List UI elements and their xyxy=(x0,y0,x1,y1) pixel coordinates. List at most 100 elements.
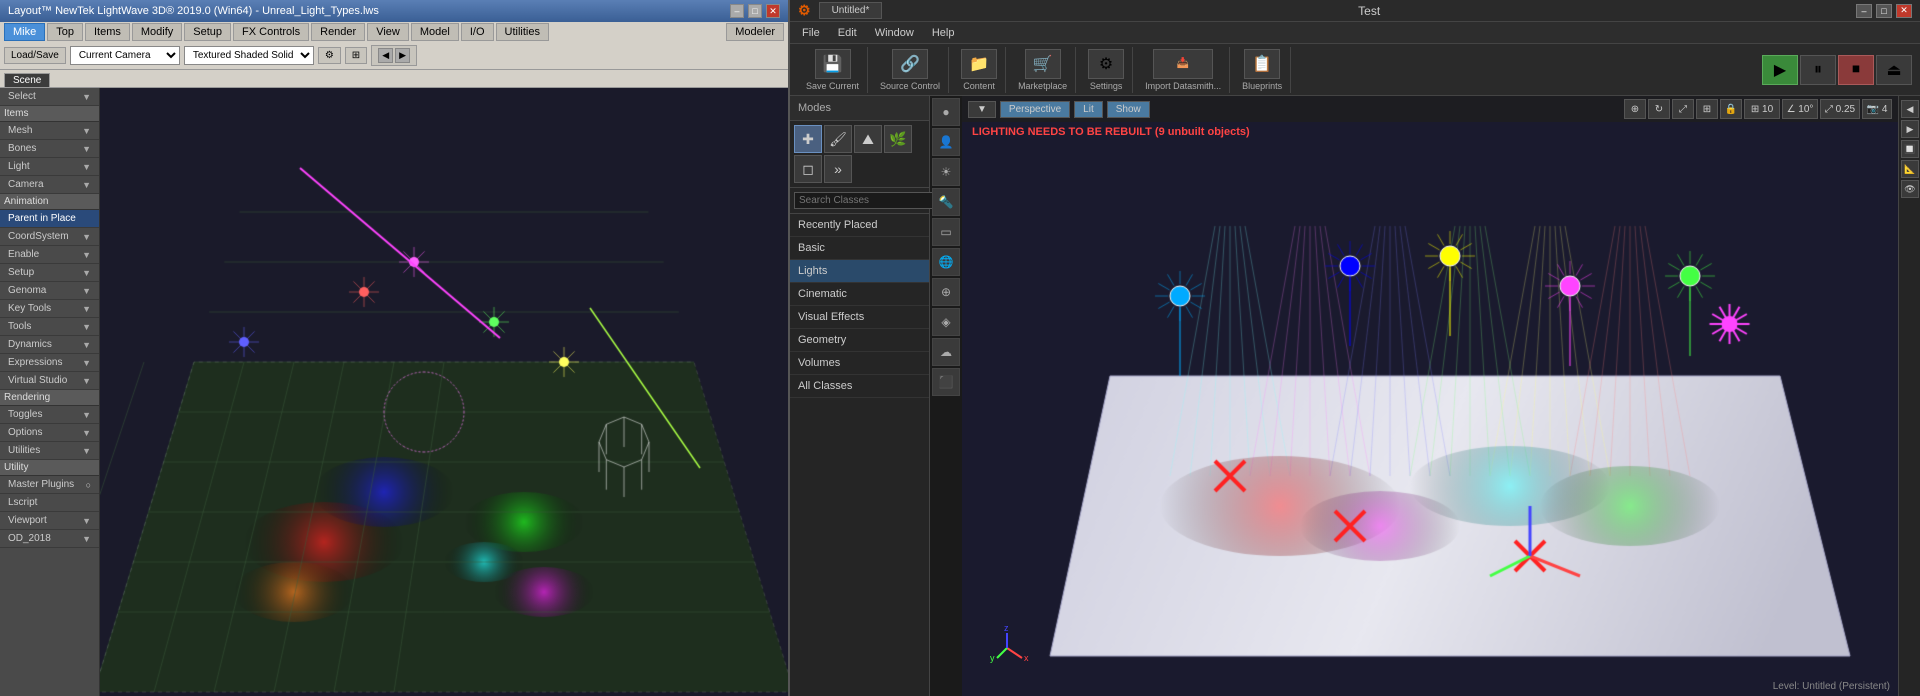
ue-light-icon-sphere[interactable]: ● xyxy=(932,98,960,126)
ue-mode-landscape[interactable]: ⛰ xyxy=(854,125,882,153)
ue-vp-snap[interactable]: ⊞ xyxy=(1696,99,1718,119)
ue-light-icon-rect[interactable]: ▭ xyxy=(932,218,960,246)
lw-sidebar-options[interactable]: Options ▼ xyxy=(0,424,99,442)
lw-tab-model[interactable]: Model xyxy=(411,23,459,41)
ue-category-lights[interactable]: Lights xyxy=(790,260,929,283)
ue-marketplace-icon[interactable]: 🛒 xyxy=(1025,49,1061,79)
lw-sidebar-bones[interactable]: Bones ▼ xyxy=(0,140,99,158)
ue-sourcecontrol-icon[interactable]: 🔗 xyxy=(892,49,928,79)
lw-tab-io[interactable]: I/O xyxy=(461,23,494,41)
ue-vp-snap2[interactable]: 🔒 xyxy=(1720,99,1742,119)
lw-tab-view[interactable]: View xyxy=(367,23,409,41)
lw-grid-button[interactable]: ⊞ xyxy=(345,47,367,64)
lw-sidebar-dynamics[interactable]: Dynamics ▼ xyxy=(0,336,99,354)
ue-menu-edit[interactable]: Edit xyxy=(830,25,865,41)
lw-tab-render[interactable]: Render xyxy=(311,23,365,41)
lw-tab-mike[interactable]: Mike xyxy=(4,23,45,41)
ue-vp-dropdown[interactable]: ▼ xyxy=(968,101,996,118)
lw-sidebar-od2018[interactable]: OD_2018 ▼ xyxy=(0,530,99,548)
ue-menu-window[interactable]: Window xyxy=(867,25,922,41)
lw-sidebar-light[interactable]: Light ▼ xyxy=(0,158,99,176)
ue-mode-foliage[interactable]: 🌿 xyxy=(884,125,912,153)
ue-rt-btn-1[interactable]: ◀ xyxy=(1901,100,1919,118)
ue-rt-btn-4[interactable]: 📐 xyxy=(1901,160,1919,178)
ue-minimize-btn[interactable]: – xyxy=(1856,4,1872,18)
lw-tab-top[interactable]: Top xyxy=(47,23,83,41)
ue-eject-btn[interactable]: ⏏ xyxy=(1876,55,1912,85)
ue-rt-btn-3[interactable]: 🔲 xyxy=(1901,140,1919,158)
ue-vp-rotate[interactable]: ↻ xyxy=(1648,99,1670,119)
lw-tab-utilities[interactable]: Utilities xyxy=(496,23,549,41)
ue-play-btn[interactable]: ▶ xyxy=(1762,55,1798,85)
ue-save-icon[interactable]: 💾 xyxy=(815,49,851,79)
ue-light-icon-point[interactable]: ⊕ xyxy=(932,278,960,306)
ue-vp-lit[interactable]: Lit xyxy=(1074,101,1103,118)
lw-sidebar-expressions[interactable]: Expressions ▼ xyxy=(0,354,99,372)
ue-rt-btn-2[interactable]: ▶ xyxy=(1901,120,1919,138)
lw-sidebar-keytools[interactable]: Key Tools ▼ xyxy=(0,300,99,318)
lw-sidebar-masterplugins[interactable]: Master Plugins ○ xyxy=(0,476,99,494)
lw-sidebar-mesh[interactable]: Mesh ▼ xyxy=(0,122,99,140)
ue-category-vfx[interactable]: Visual Effects xyxy=(790,306,929,329)
ue-vp-scale[interactable]: ⤢ xyxy=(1672,99,1694,119)
ue-project-tab[interactable]: Untitled* xyxy=(819,2,883,19)
ue-category-cinematic[interactable]: Cinematic xyxy=(790,283,929,306)
ue-category-geometry[interactable]: Geometry xyxy=(790,329,929,352)
lw-sidebar-toggles[interactable]: Toggles ▼ xyxy=(0,406,99,424)
lw-tab-modify[interactable]: Modify xyxy=(132,23,182,41)
ue-vp-translate[interactable]: ⊕ xyxy=(1624,99,1646,119)
ue-light-icon-spot[interactable]: 🔦 xyxy=(932,188,960,216)
lw-tab-fx[interactable]: FX Controls xyxy=(233,23,309,41)
ue-category-basic[interactable]: Basic xyxy=(790,237,929,260)
lw-loadsave-button[interactable]: Load/Save xyxy=(4,47,66,64)
lw-sidebar-genoma[interactable]: Genoma ▼ xyxy=(0,282,99,300)
ue-light-icon-cube[interactable]: ⬛ xyxy=(932,368,960,396)
ue-menu-help[interactable]: Help xyxy=(924,25,963,41)
ue-vp-camera[interactable]: 📷 4 xyxy=(1862,99,1892,119)
lw-sidebar-setup[interactable]: Setup ▼ xyxy=(0,264,99,282)
ue-3d-viewport[interactable]: ▼ Perspective Lit Show ⊕ ↻ ⤢ ⊞ 🔒 ⊞ 10 ∠ … xyxy=(962,96,1898,696)
lw-sidebar-viewport[interactable]: Viewport ▼ xyxy=(0,512,99,530)
lw-sidebar-vstudio[interactable]: Virtual Studio ▼ xyxy=(0,372,99,390)
ue-search-input[interactable] xyxy=(794,192,936,209)
ue-light-icon-atmo[interactable]: ☁ xyxy=(932,338,960,366)
lw-close-button[interactable]: ✕ xyxy=(766,4,780,18)
ue-category-all[interactable]: All Classes xyxy=(790,375,929,398)
ue-vp-show[interactable]: Show xyxy=(1107,101,1150,118)
ue-maximize-btn[interactable]: □ xyxy=(1876,4,1892,18)
lw-sidebar-camera[interactable]: Camera ▼ xyxy=(0,176,99,194)
ue-import-icon[interactable]: 📥 xyxy=(1153,49,1213,79)
ue-stop-btn[interactable]: ⏹ xyxy=(1838,55,1874,85)
lw-tab-modeler[interactable]: Modeler xyxy=(726,23,784,41)
lw-3d-viewport[interactable]: 💡 Light Prope Clear All Lights Li Basic … xyxy=(100,88,788,696)
lw-sidebar-utilities-r[interactable]: Utilities ▼ xyxy=(0,442,99,460)
lw-sidebar-parent-in-place[interactable]: Parent in Place xyxy=(0,210,99,228)
lw-mode-btn-1[interactable]: ◀ xyxy=(378,48,393,63)
ue-light-icon-sky[interactable]: 🌐 xyxy=(932,248,960,276)
ue-close-btn[interactable]: ✕ xyxy=(1896,4,1912,18)
ue-vp-perspective[interactable]: Perspective xyxy=(1000,101,1070,118)
ue-light-icon-sun[interactable]: ☀ xyxy=(932,158,960,186)
lw-tab-setup[interactable]: Setup xyxy=(184,23,231,41)
ue-vp-scale2[interactable]: ⤢ 0.25 xyxy=(1820,99,1860,119)
ue-light-icon-area[interactable]: ◈ xyxy=(932,308,960,336)
lw-sidebar-lscript[interactable]: Lscript xyxy=(0,494,99,512)
lw-camera-select[interactable]: Current Camera xyxy=(70,46,180,65)
ue-mode-place[interactable]: ✚ xyxy=(794,125,822,153)
ue-mode-paint[interactable]: 🖌 xyxy=(824,125,852,153)
lw-sidebar-tools[interactable]: Tools ▼ xyxy=(0,318,99,336)
lw-select-item[interactable]: Select ▼ xyxy=(0,88,99,106)
ue-menu-file[interactable]: File xyxy=(794,25,828,41)
ue-category-recent[interactable]: Recently Placed xyxy=(790,214,929,237)
ue-content-icon[interactable]: 📁 xyxy=(961,49,997,79)
ue-mode-expand[interactable]: » xyxy=(824,155,852,183)
lw-sidebar-enable[interactable]: Enable ▼ xyxy=(0,246,99,264)
ue-pause-btn[interactable]: ⏸ xyxy=(1800,55,1836,85)
ue-light-icon-figure[interactable]: 👤 xyxy=(932,128,960,156)
ue-vp-angle[interactable]: ∠ 10° xyxy=(1782,99,1818,119)
lw-settings-button[interactable]: ⚙ xyxy=(318,47,341,64)
lw-sidebar-coordsys[interactable]: CoordSystem ▼ xyxy=(0,228,99,246)
ue-rt-btn-5[interactable]: 👁 xyxy=(1901,180,1919,198)
ue-mode-geometry[interactable]: ◻ xyxy=(794,155,822,183)
lw-maximize-button[interactable]: □ xyxy=(748,4,762,18)
